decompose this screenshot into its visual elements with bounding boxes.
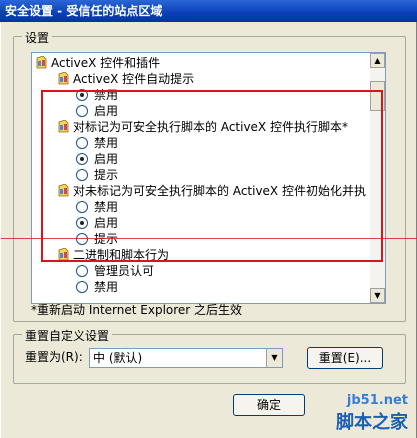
settings-tree-listbox[interactable]: ActiveX 控件和插件 ActiveX 控件自动提示 禁用 启用 对标记为可…: [31, 52, 386, 304]
watermark-name: 脚本之家: [336, 412, 408, 433]
option-label: 启用: [94, 216, 119, 230]
radio-selected-icon[interactable]: [76, 89, 88, 101]
option-label: 启用: [94, 152, 119, 166]
tree-label: 对标记为可安全执行脚本的 ActiveX 控件执行脚本*: [73, 120, 348, 134]
site-watermark: jb51.net 脚本之家: [336, 393, 408, 434]
tree-category-binary-script[interactable]: 二进制和脚本行为: [58, 247, 169, 263]
settings-page-icon: [58, 184, 69, 197]
scrollbar-thumb[interactable]: [370, 81, 385, 111]
radio-icon[interactable]: [76, 105, 88, 117]
tree-label: 对未标记为可安全执行脚本的 ActiveX 控件初始化并执: [73, 184, 366, 198]
option-label: 启用: [94, 104, 119, 118]
radio-icon[interactable]: [76, 137, 88, 149]
option-label: 禁用: [94, 280, 119, 294]
option-label: 提示: [94, 168, 119, 182]
settings-folder-icon: [36, 56, 47, 69]
window-title: 安全设置 - 受信任的站点区域: [0, 0, 417, 22]
radio-icon[interactable]: [76, 233, 88, 245]
option-label: 提示: [94, 232, 119, 246]
security-settings-dialog: 设置 ActiveX 控件和插件 ActiveX 控件自动提示 禁用 启用 对标…: [0, 22, 417, 438]
option-disable[interactable]: 禁用: [76, 279, 118, 295]
scroll-up-arrow-icon[interactable]: ▲: [370, 53, 385, 68]
reset-group-label: 重置自定义设置: [22, 327, 113, 344]
option-enable[interactable]: 启用: [76, 151, 118, 167]
settings-page-icon: [58, 248, 69, 261]
scroll-down-arrow-icon[interactable]: ▼: [370, 288, 385, 303]
option-prompt[interactable]: 提示: [76, 167, 118, 183]
settings-page-icon: [58, 72, 69, 85]
option-label: 禁用: [94, 136, 119, 150]
reset-button[interactable]: 重置(E)...: [307, 347, 383, 369]
chevron-down-icon[interactable]: ▼: [266, 349, 282, 367]
option-disable[interactable]: 禁用: [76, 87, 118, 103]
tree-label: ActiveX 控件和插件: [51, 56, 161, 70]
option-disable[interactable]: 禁用: [76, 199, 118, 215]
reset-level-select[interactable]: 中 (默认) ▼: [89, 348, 283, 368]
radio-selected-icon[interactable]: [76, 153, 88, 165]
tree-category-activex[interactable]: ActiveX 控件和插件: [36, 55, 160, 71]
vertical-scrollbar[interactable]: ▲ ▼: [370, 53, 385, 303]
tree-label: ActiveX 控件自动提示: [73, 72, 195, 86]
ok-button[interactable]: 确定: [233, 394, 305, 416]
settings-group-label: 设置: [22, 29, 53, 46]
radio-icon[interactable]: [76, 201, 88, 213]
radio-icon[interactable]: [76, 265, 88, 277]
tree-setting-unsafe-init[interactable]: 对未标记为可安全执行脚本的 ActiveX 控件初始化并执: [58, 183, 366, 199]
option-disable[interactable]: 禁用: [76, 135, 118, 151]
option-prompt[interactable]: 提示: [76, 231, 118, 247]
reset-level-value: 中 (默认): [93, 351, 143, 365]
restart-note: *重新启动 Internet Explorer 之后生效: [31, 303, 243, 317]
option-enable[interactable]: 启用: [76, 215, 118, 231]
radio-icon[interactable]: [76, 169, 88, 181]
radio-icon[interactable]: [76, 281, 88, 293]
tree-label: 二进制和脚本行为: [73, 248, 170, 262]
option-admin-approved[interactable]: 管理员认可: [76, 263, 154, 279]
reset-to-label: 重置为(R):: [25, 350, 83, 364]
settings-tree: ActiveX 控件和插件 ActiveX 控件自动提示 禁用 启用 对标记为可…: [32, 53, 370, 303]
radio-selected-icon[interactable]: [76, 217, 88, 229]
option-label: 管理员认可: [94, 264, 155, 278]
watermark-url: jb51.net: [346, 393, 408, 408]
tree-setting-activex-prompt[interactable]: ActiveX 控件自动提示: [58, 71, 194, 87]
settings-page-icon: [58, 120, 69, 133]
option-label: 禁用: [94, 88, 119, 102]
option-label: 禁用: [94, 200, 119, 214]
option-enable[interactable]: 启用: [76, 103, 118, 119]
tree-setting-safe-script[interactable]: 对标记为可安全执行脚本的 ActiveX 控件执行脚本*: [58, 119, 348, 135]
